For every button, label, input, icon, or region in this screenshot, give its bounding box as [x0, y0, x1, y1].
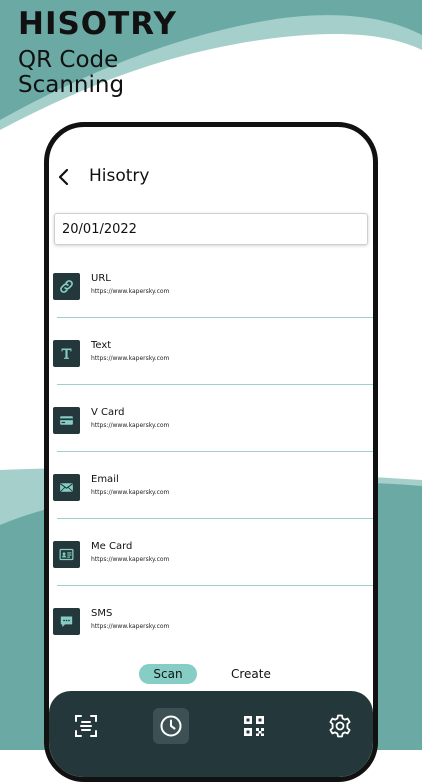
list-item[interactable]: Email https://www.kapersky.com — [49, 452, 373, 519]
chevron-left-icon[interactable] — [53, 163, 83, 191]
mode-tabs: Scan Create — [49, 661, 373, 687]
date-value: 20/01/2022 — [62, 221, 137, 237]
list-item[interactable]: Me Card https://www.kapersky.com — [49, 519, 373, 586]
email-icon — [53, 474, 80, 501]
link-icon — [53, 273, 80, 300]
item-url: https://www.kapersky.com — [91, 489, 170, 496]
item-url: https://www.kapersky.com — [91, 422, 170, 429]
item-url: https://www.kapersky.com — [91, 556, 170, 563]
promo-subtitle-line1: QR Code — [18, 47, 119, 73]
qr-code-icon — [244, 716, 264, 736]
tab-scan[interactable]: Scan — [139, 664, 197, 684]
item-url: https://www.kapersky.com — [91, 623, 170, 630]
item-name: URL — [91, 273, 111, 284]
list-item[interactable]: SMS https://www.kapersky.com — [49, 586, 373, 653]
bottom-nav — [49, 691, 373, 777]
promo-subtitle-line2: Scanning — [18, 72, 125, 98]
item-name: Me Card — [91, 541, 133, 552]
tab-create[interactable]: Create — [231, 664, 271, 684]
date-field[interactable]: 20/01/2022 — [54, 213, 368, 245]
list-item[interactable]: Text https://www.kapersky.com — [49, 318, 373, 385]
item-name: SMS — [91, 608, 113, 619]
phone-frame: Hisotry 20/01/2022 URL https://www.kaper… — [44, 122, 378, 782]
clock-icon — [160, 715, 182, 737]
nav-scan-button[interactable] — [69, 709, 103, 743]
promo-title: HISOTRY — [18, 6, 177, 42]
id-card-icon — [53, 541, 80, 568]
card-icon — [53, 407, 80, 434]
item-name: V Card — [91, 407, 125, 418]
list-item[interactable]: URL https://www.kapersky.com — [49, 251, 373, 318]
item-url: https://www.kapersky.com — [91, 355, 170, 362]
item-name: Email — [91, 474, 119, 485]
nav-history-button[interactable] — [153, 708, 189, 744]
text-icon — [53, 340, 80, 367]
page-title: Hisotry — [89, 166, 150, 186]
item-url: https://www.kapersky.com — [91, 288, 170, 295]
item-name: Text — [91, 340, 112, 351]
history-list: URL https://www.kapersky.com Text https:… — [49, 251, 373, 653]
promo-heading: HISOTRY QR Code Scanning — [18, 6, 177, 98]
nav-settings-button[interactable] — [323, 709, 357, 743]
list-item[interactable]: V Card https://www.kapersky.com — [49, 385, 373, 452]
app-header: Hisotry — [49, 161, 373, 193]
gear-icon — [329, 714, 351, 738]
scan-icon — [75, 715, 97, 737]
nav-create-button[interactable] — [237, 709, 271, 743]
sms-icon — [53, 608, 80, 635]
